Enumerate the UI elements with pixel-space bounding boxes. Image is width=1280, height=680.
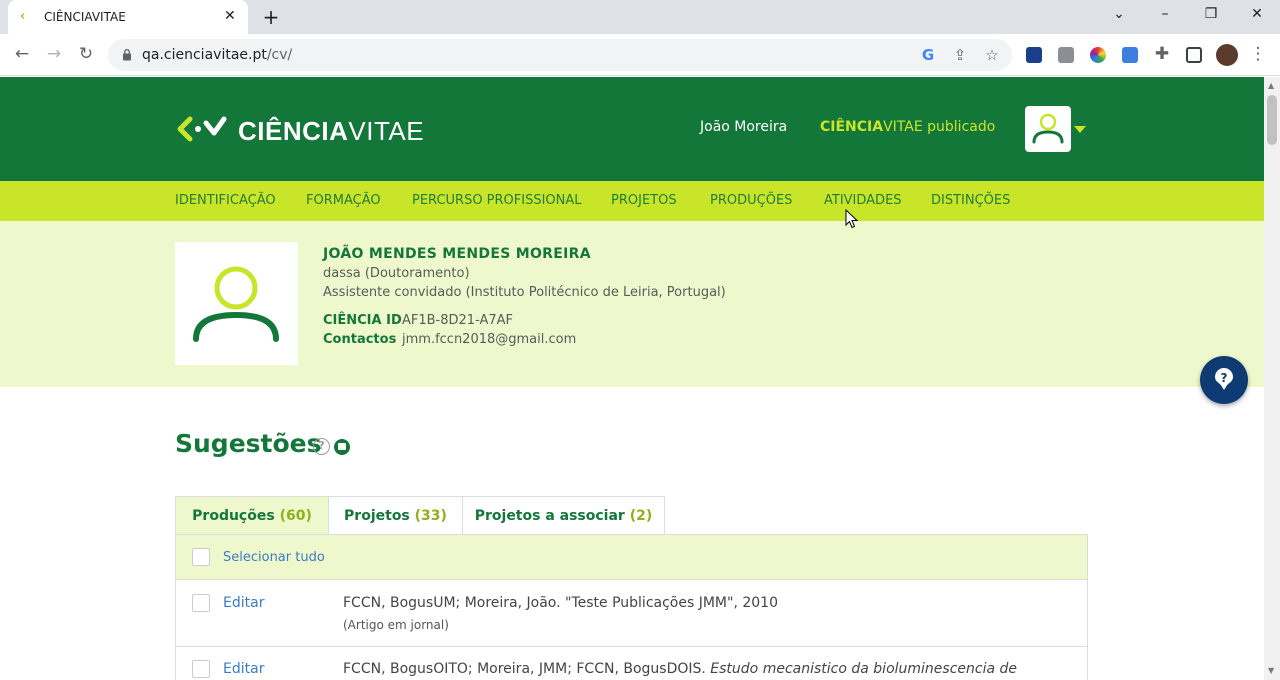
nav-item-distincoes[interactable]: DISTINÇÕES [931,193,1010,208]
address-bar[interactable]: qa.cienciavitae.pt/cv/ G ⇪ ☆ [108,39,1012,71]
select-all-row: Selecionar tudo [176,535,1087,580]
help-button[interactable]: ? [1200,356,1248,404]
tab-projetos[interactable]: Projetos (33) [328,496,463,535]
edit-link[interactable]: Editar [223,661,264,677]
suggestions-panel: Selecionar tudo Editar FCCN, BogusUM; Mo… [175,534,1088,680]
logo-text-bold: CIÊNCIA [238,116,349,146]
suggestions-info-icon[interactable] [334,439,350,455]
profile-name: JOÃO MENDES MENDES MOREIRA [323,246,591,262]
status-rest: VITAE publicado [883,119,996,135]
row-citation-plain: FCCN, BogusOITO; Moreira, JMM; FCCN, Bog… [343,661,711,677]
select-all-label[interactable]: Selecionar tudo [223,550,325,565]
user-avatar-icon [1032,113,1064,144]
row-checkbox[interactable] [192,660,210,678]
chevron-down-icon[interactable] [1074,126,1086,133]
scrollbar-thumb[interactable] [1267,95,1277,145]
contact-email: jmm.fccn2018@gmail.com [402,332,577,347]
user-avatar-button[interactable] [1025,106,1071,152]
table-row: Editar FCCN, BogusOITO; Moreira, JMM; FC… [176,647,1087,680]
star-icon[interactable]: ☆ [983,46,1001,64]
profile-photo [175,242,298,365]
new-tab-icon[interactable]: + [260,5,282,29]
url-host: qa.cienciavitae.pt [142,47,267,63]
nav-item-identificacao[interactable]: IDENTIFICAÇÃO [175,193,276,208]
google-icon[interactable]: G [919,46,937,64]
help-question-icon: ? [1215,368,1233,390]
nav-item-percurso-profissional[interactable]: PERCURSO PROFISSIONAL [412,193,582,208]
url-text[interactable]: qa.cienciavitae.pt/cv/ [142,47,292,63]
browser-tab-strip: ‹ CIÊNCIAVITAE ✕ + ⌄ – ❐ ✕ [0,0,1280,34]
puzzle-icon[interactable]: ✚ [1152,44,1172,64]
edit-link[interactable]: Editar [223,595,264,611]
header-user-name[interactable]: João Moreira [700,119,787,135]
site-favicon-icon: ‹ [20,9,26,24]
row-checkbox[interactable] [192,594,210,612]
row-citation: FCCN, BogusUM; Moreira, João. "Teste Pub… [343,595,778,611]
restore-icon[interactable]: ❐ [1201,6,1221,22]
ciencia-id-label: CIÊNCIA ID [323,313,402,328]
svg-text:?: ? [1221,371,1228,385]
person-placeholder-icon [193,266,279,342]
ciencia-id-value: AF1B-8D21-A7AF [402,313,514,328]
contacts-label: Contactos [323,332,397,347]
select-all-checkbox[interactable] [192,548,210,566]
minimize-icon[interactable]: – [1155,6,1175,22]
table-row: Editar FCCN, BogusUM; Moreira, João. "Te… [176,580,1087,647]
profile-degree: dassa (Doutoramento) [323,266,470,281]
logo-mark-icon [177,116,227,142]
extension-3-icon[interactable] [1090,47,1106,63]
tab-label: Projetos [344,508,410,524]
close-window-icon[interactable]: ✕ [1247,6,1267,22]
row-citation: FCCN, BogusOITO; Moreira, JMM; FCCN, Bog… [343,661,1017,677]
logo-text: CIÊNCIAVITAE [238,116,424,147]
scroll-up-icon[interactable]: ▲ [1268,81,1274,90]
lock-icon [123,48,131,61]
forward-icon[interactable]: → [44,44,64,64]
nav-item-atividades[interactable]: ATIVIDADES [824,193,902,208]
row-citation-italic: Estudo mecanistico da bioluminescencia d… [710,661,1018,677]
nav-item-formacao[interactable]: FORMAÇÃO [306,193,381,208]
back-icon[interactable]: ← [12,44,32,64]
profile-position: Assistente convidado (Instituto Politécn… [323,285,726,300]
menu-icon[interactable]: ⋮ [1248,44,1268,64]
suggestions-help-icon[interactable]: ? [313,438,330,455]
reload-icon[interactable]: ↻ [76,44,96,64]
browser-toolbar: ← → ↻ qa.cienciavitae.pt/cv/ G ⇪ ☆ ✚ ⋮ [0,34,1280,76]
section-nav: IDENTIFICAÇÃO FORMAÇÃO PERCURSO PROFISSI… [0,181,1264,221]
tab-projetos-a-associar[interactable]: Projetos a associar (2) [462,496,665,535]
extension-2-icon[interactable] [1058,47,1074,63]
extension-4-icon[interactable] [1122,47,1138,63]
site-header: CIÊNCIAVITAE João Moreira CIÊNCIAVITAE p… [0,77,1264,181]
tab-count: (33) [414,508,447,524]
page-viewport: CIÊNCIAVITAE João Moreira CIÊNCIAVITAE p… [0,77,1264,680]
extension-1-icon[interactable] [1026,47,1042,63]
nav-item-projetos[interactable]: PROJETOS [611,193,677,208]
tab-search-icon[interactable]: ⌄ [1109,6,1129,22]
tab-producoes[interactable]: Produções (60) [175,496,329,536]
tab-close-icon[interactable]: ✕ [224,8,236,24]
published-status-link[interactable]: CIÊNCIAVITAE publicado [820,119,995,135]
logo-text-thin: VITAE [348,116,425,146]
tab-count: (60) [279,508,312,524]
nav-item-producoes[interactable]: PRODUÇÕES [710,193,792,208]
browser-tab-active[interactable]: ‹ CIÊNCIAVITAE ✕ [8,0,248,34]
scroll-down-icon[interactable]: ▼ [1268,666,1274,675]
status-bold: CIÊNCIA [820,119,884,135]
tab-label: Projetos a associar [474,508,625,524]
tab-label: Produções [192,508,275,524]
sidepanel-icon[interactable] [1186,47,1202,63]
page-scrollbar[interactable]: ▲ ▼ [1264,77,1280,680]
url-path: /cv/ [266,47,293,63]
profile-summary: JOÃO MENDES MENDES MOREIRA dassa (Doutor… [0,221,1264,387]
profile-avatar-icon[interactable] [1216,44,1238,66]
share-icon[interactable]: ⇪ [951,46,969,64]
row-type: (Artigo em jornal) [343,618,449,632]
tab-count: (2) [629,508,653,524]
suggestions-title: Sugestões [175,429,322,458]
mouse-cursor-icon [845,209,859,229]
tab-title: CIÊNCIAVITAE [44,10,126,24]
